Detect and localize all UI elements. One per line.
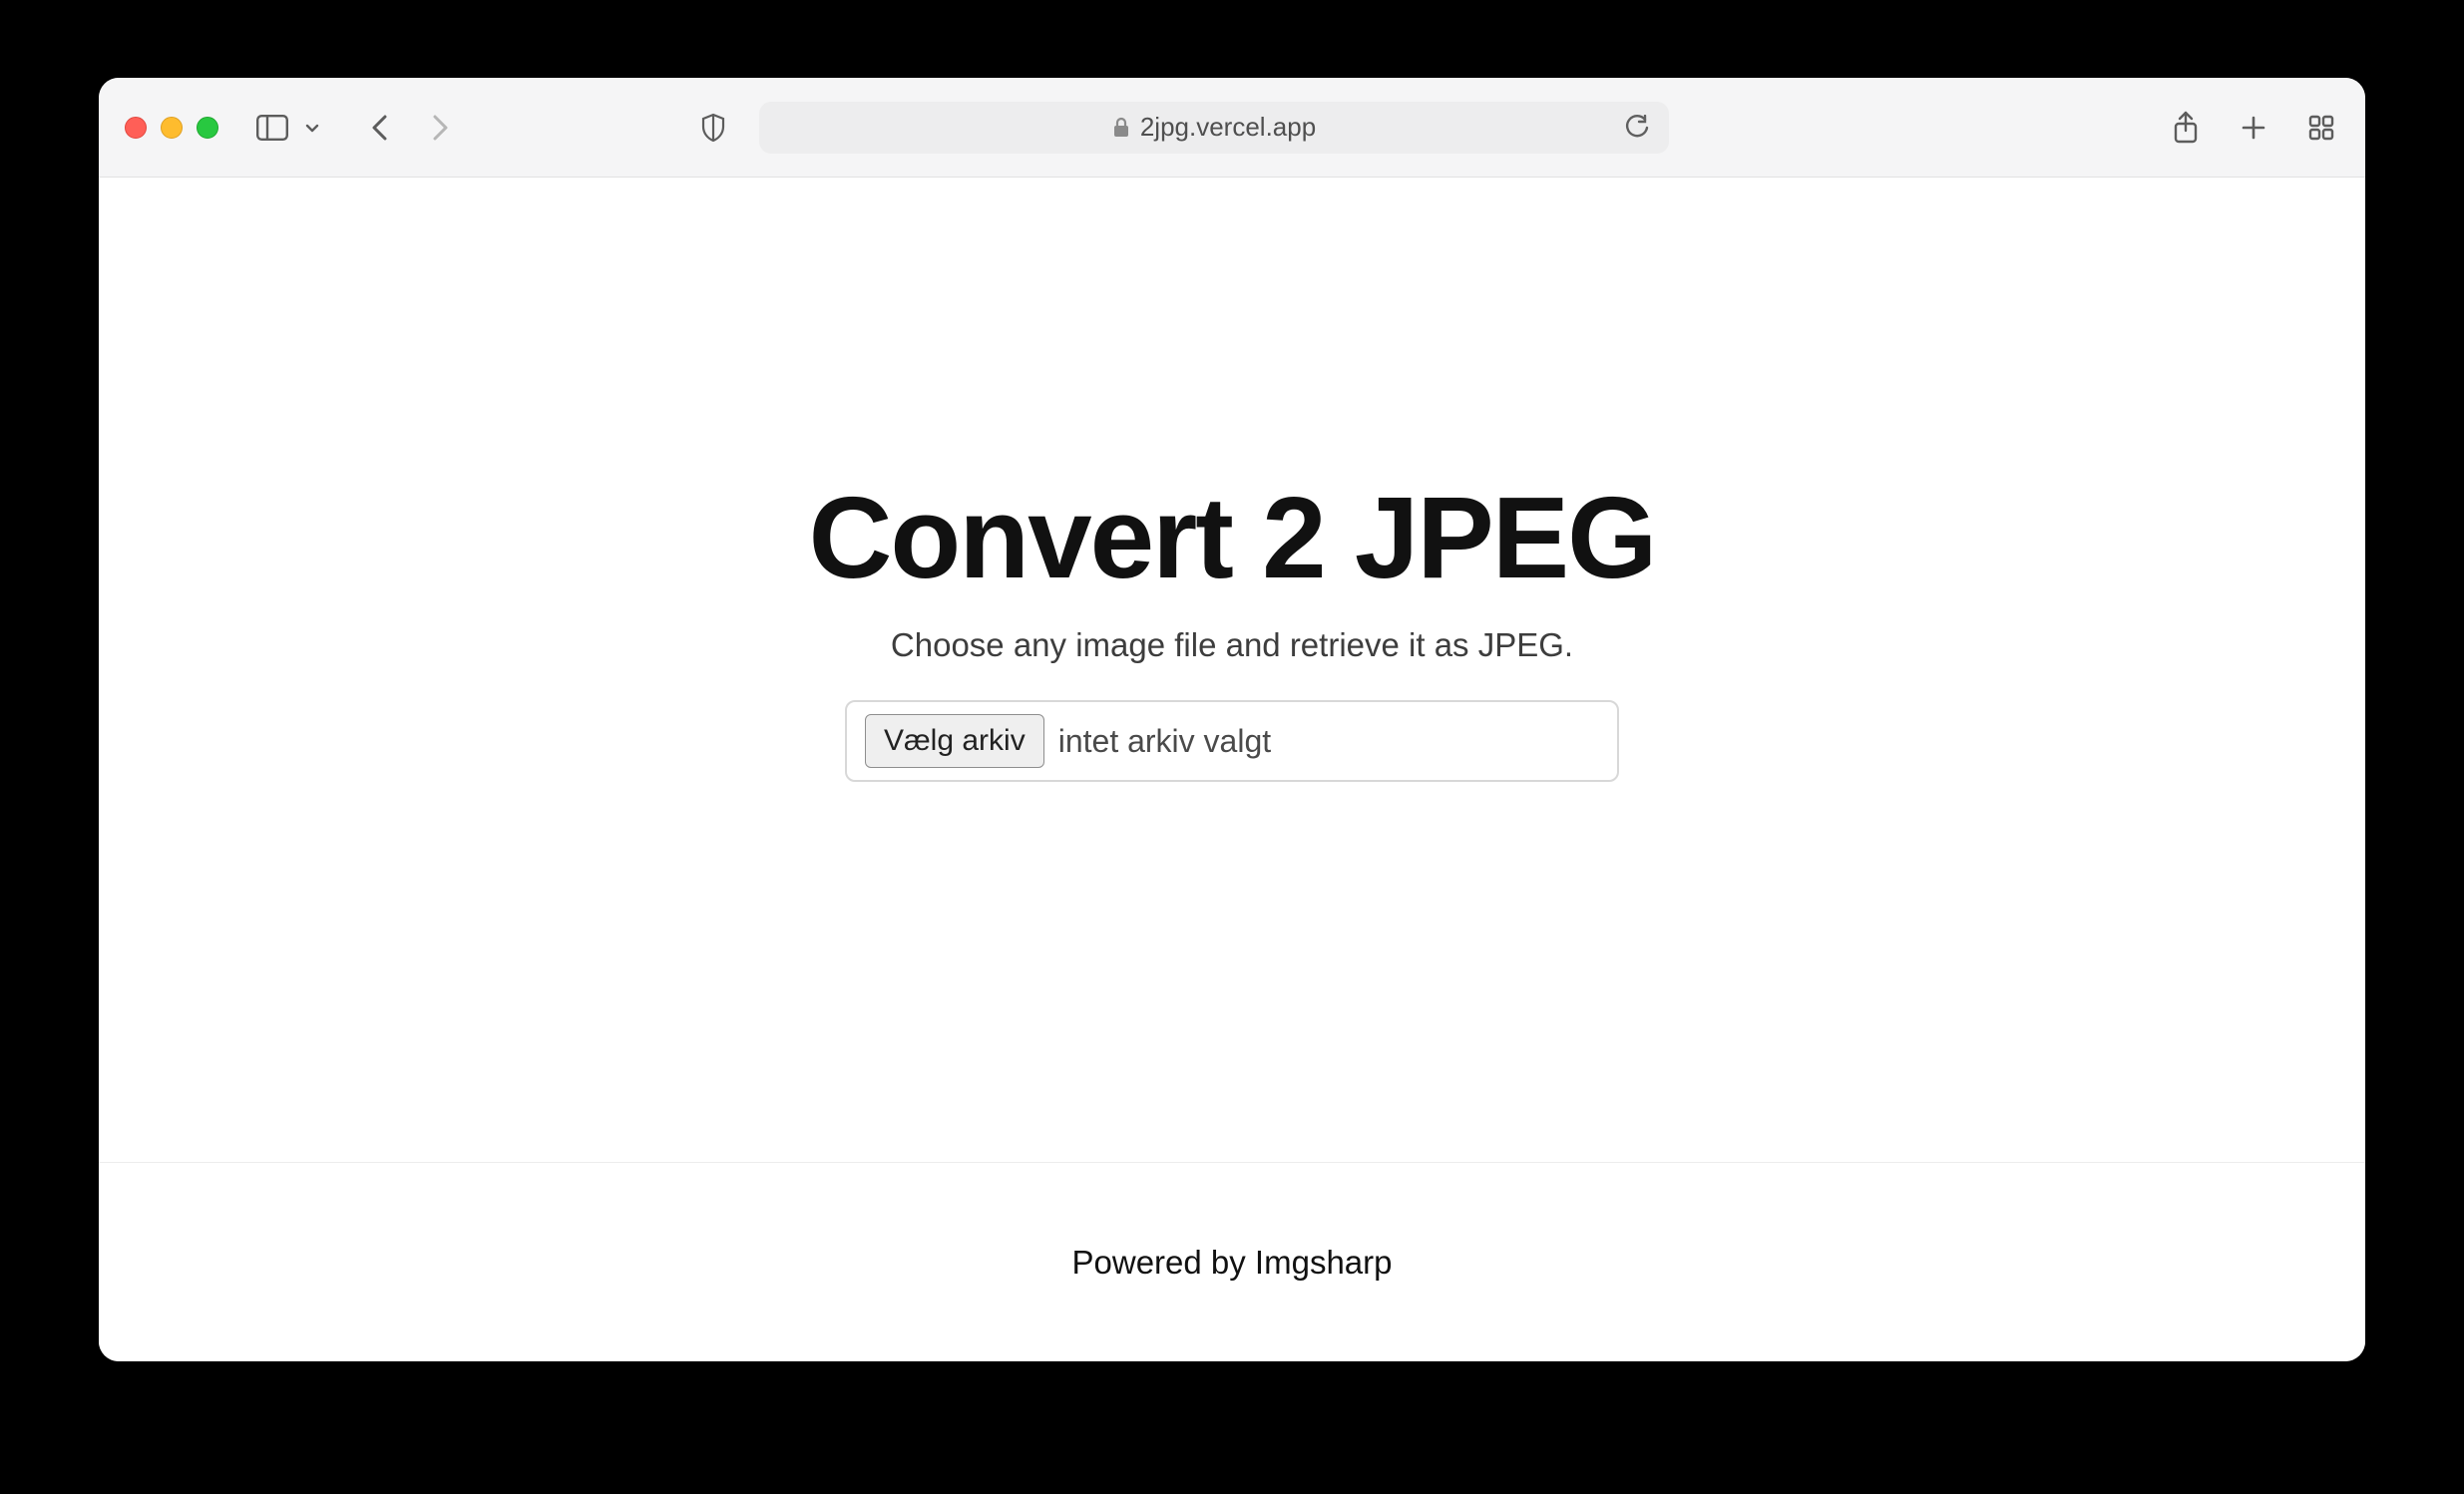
forward-button[interactable] xyxy=(422,110,458,146)
footer-text: Powered by Imgsharp xyxy=(1072,1244,1393,1282)
address-bar-text: 2jpg.vercel.app xyxy=(1140,112,1316,143)
window-controls xyxy=(125,117,218,139)
page-subtitle: Choose any image file and retrieve it as… xyxy=(891,626,1573,664)
share-button[interactable] xyxy=(2168,110,2204,146)
privacy-shield-button[interactable] xyxy=(695,110,731,146)
close-window-button[interactable] xyxy=(125,117,147,139)
browser-titlebar: 2jpg.vercel.app xyxy=(99,78,2365,178)
lock-icon xyxy=(1112,117,1130,139)
maximize-window-button[interactable] xyxy=(197,117,218,139)
address-bar[interactable]: 2jpg.vercel.app xyxy=(759,102,1669,154)
page-title: Convert 2 JPEG xyxy=(809,471,1656,604)
back-button[interactable] xyxy=(362,110,398,146)
tab-group-dropdown[interactable] xyxy=(294,110,330,146)
new-tab-button[interactable] xyxy=(2236,110,2271,146)
file-input-status: intet arkiv valgt xyxy=(1058,723,1271,760)
tab-overview-button[interactable] xyxy=(2303,110,2339,146)
browser-window: 2jpg.vercel.app xyxy=(99,78,2365,1361)
page-footer: Powered by Imgsharp xyxy=(99,1162,2365,1361)
page-content: Convert 2 JPEG Choose any image file and… xyxy=(99,178,2365,1361)
reload-button[interactable] xyxy=(1619,110,1655,146)
minimize-window-button[interactable] xyxy=(161,117,183,139)
file-input-container[interactable]: Vælg arkiv intet arkiv valgt xyxy=(845,700,1619,782)
choose-file-button[interactable]: Vælg arkiv xyxy=(865,714,1044,768)
sidebar-toggle-button[interactable] xyxy=(254,110,290,146)
